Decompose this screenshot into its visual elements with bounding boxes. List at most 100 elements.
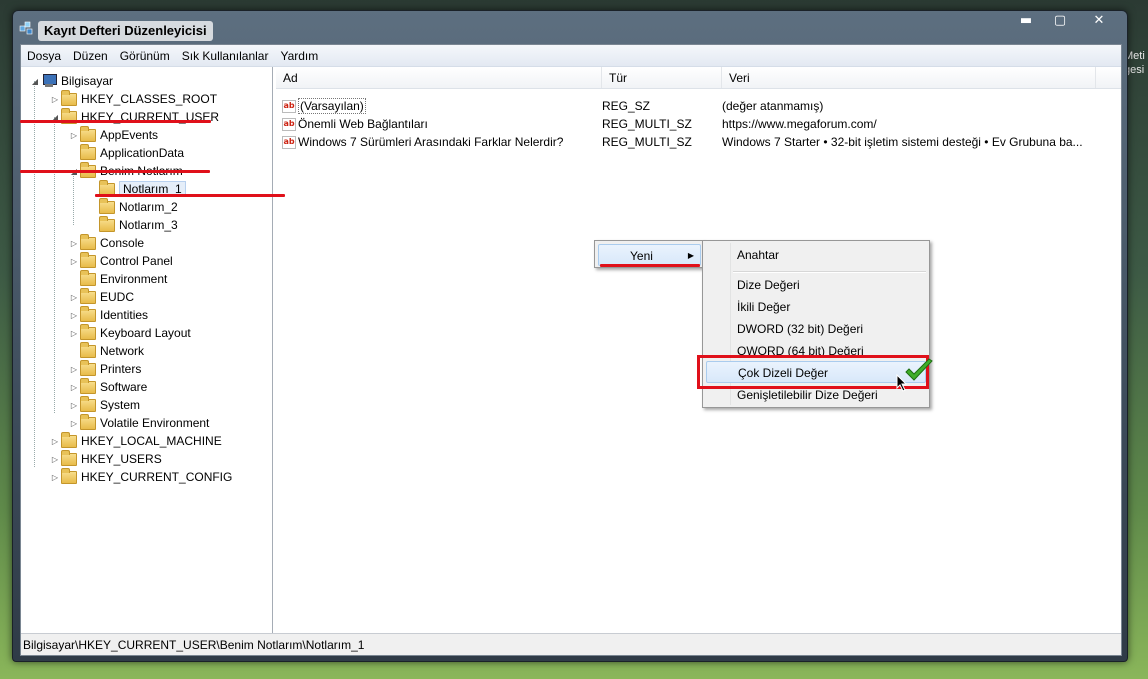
value-name: Windows 7 Sürümleri Arasındaki Farklar N…	[298, 135, 564, 149]
close-button[interactable]: ✕	[1077, 11, 1121, 31]
menu-item-anahtar[interactable]: Anahtar	[706, 244, 926, 266]
tree-node-volatile-environment[interactable]: ▷ Volatile Environment	[68, 413, 210, 432]
expand-arrow-icon[interactable]: ▷	[68, 311, 80, 320]
tree-label: Volatile Environment	[100, 416, 210, 430]
menu-duzen[interactable]: Düzen	[67, 49, 114, 63]
value-name: (Varsayılan)	[298, 98, 366, 114]
tree-node-current-user[interactable]: ◢ HKEY_CURRENT_USER	[49, 107, 219, 126]
folder-icon	[80, 269, 96, 286]
expand-arrow-icon[interactable]: ▷	[68, 365, 80, 374]
expand-arrow-icon[interactable]: ▷	[68, 329, 80, 338]
tree-label: HKEY_USERS	[81, 452, 162, 466]
tree-node-appevents[interactable]: ▷ AppEvents	[68, 125, 158, 144]
tree-node-users[interactable]: ▷ HKEY_USERS	[49, 449, 162, 468]
menu-item-dword[interactable]: DWORD (32 bit) Değeri	[706, 318, 926, 340]
expand-arrow-icon[interactable]: ▷	[49, 95, 61, 104]
tree-node-keyboard-layout[interactable]: ▷ Keyboard Layout	[68, 323, 191, 342]
menu-yardim[interactable]: Yardım	[274, 49, 324, 63]
menu-item-dize-degeri[interactable]: Dize Değeri	[706, 274, 926, 296]
value-data: Windows 7 Starter • 32-bit işletim siste…	[722, 135, 1083, 149]
tree-node-environment[interactable]: Environment	[68, 269, 168, 288]
tree-label: Printers	[100, 362, 142, 376]
folder-icon	[80, 377, 96, 394]
column-header-data[interactable]: Veri	[722, 67, 1096, 88]
tree-node-local-machine[interactable]: ▷ HKEY_LOCAL_MACHINE	[49, 431, 222, 450]
maximize-button[interactable]: ▢	[1043, 11, 1077, 31]
expand-arrow-icon[interactable]: ▷	[68, 239, 80, 248]
value-data: (değer atanmamış)	[722, 99, 824, 113]
tree-label: HKEY_LOCAL_MACHINE	[81, 434, 222, 448]
folder-icon	[80, 251, 96, 268]
string-value-icon: ab	[282, 135, 296, 149]
string-value-icon: ab	[282, 117, 296, 131]
string-value-icon: ab	[282, 99, 296, 113]
menu-sik-kullanilanlar[interactable]: Sık Kullanılanlar	[176, 49, 275, 63]
tree-label: Bilgisayar	[61, 74, 114, 88]
expand-arrow-icon[interactable]: ▷	[49, 473, 61, 482]
tree-node-network[interactable]: Network	[68, 341, 145, 360]
column-header-name[interactable]: Ad	[276, 67, 602, 88]
title-bar[interactable]: Kayıt Defteri Düzenleyicisi ▬ ▢ ✕	[13, 11, 1127, 41]
menu-item-yeni[interactable]: Yeni ▶	[598, 244, 701, 266]
value-name: Önemli Web Bağlantıları	[298, 117, 428, 131]
folder-icon	[80, 341, 96, 358]
computer-icon	[41, 74, 57, 88]
folder-icon	[99, 197, 115, 214]
value-row[interactable]: ab Önemli Web Bağlantıları REG_MULTI_SZ …	[276, 115, 1102, 133]
expand-arrow-icon[interactable]: ▷	[49, 437, 61, 446]
tree-node-applicationdata[interactable]: ApplicationData	[68, 143, 184, 162]
tree-node-eudc[interactable]: ▷ EUDC	[68, 287, 134, 306]
tree-node-identities[interactable]: ▷ Identities	[68, 305, 148, 324]
column-header-type[interactable]: Tür	[602, 67, 722, 88]
annotation-underline	[20, 170, 210, 173]
folder-icon	[61, 89, 77, 106]
folder-icon	[99, 215, 115, 232]
value-type: REG_SZ	[602, 99, 651, 113]
folder-icon	[80, 287, 96, 304]
folder-icon	[80, 413, 96, 430]
value-row[interactable]: ab (Varsayılan) REG_SZ (değer atanmamış)	[276, 97, 1102, 115]
tree-node-control-panel[interactable]: ▷ Control Panel	[68, 251, 173, 270]
status-bar: Bilgisayar\HKEY_CURRENT_USER\Benim Notla…	[21, 633, 1121, 655]
minimize-button[interactable]: ▬	[1009, 11, 1043, 31]
folder-icon	[80, 125, 96, 142]
tree-node-console[interactable]: ▷ Console	[68, 233, 144, 252]
collapse-arrow-icon[interactable]: ◢	[29, 77, 41, 86]
menu-bar: Dosya Düzen Görünüm Sık Kullanılanlar Ya…	[21, 45, 1121, 67]
folder-icon	[80, 233, 96, 250]
tree-label: Control Panel	[100, 254, 173, 268]
key-tree[interactable]: ◢ Bilgisayar ▷ HKEY_CLASSES_ROOT ◢ HKEY_…	[21, 67, 273, 635]
tree-node-notlarim-2[interactable]: Notlarım_2	[87, 197, 178, 216]
menu-dosya[interactable]: Dosya	[21, 49, 67, 63]
tree-label: Keyboard Layout	[100, 326, 191, 340]
menu-item-ikili-deger[interactable]: İkili Değer	[706, 296, 926, 318]
value-type: REG_MULTI_SZ	[602, 135, 692, 149]
expand-arrow-icon[interactable]: ▷	[68, 131, 80, 140]
folder-icon	[80, 323, 96, 340]
tree-node-printers[interactable]: ▷ Printers	[68, 359, 142, 378]
expand-arrow-icon[interactable]: ▷	[68, 383, 80, 392]
folder-icon	[61, 431, 77, 448]
expand-arrow-icon[interactable]: ▷	[68, 257, 80, 266]
tree-label: Environment	[100, 272, 168, 286]
menu-gorunum[interactable]: Görünüm	[114, 49, 176, 63]
tree-node-classes-root[interactable]: ▷ HKEY_CLASSES_ROOT	[49, 89, 217, 108]
expand-arrow-icon[interactable]: ▷	[68, 401, 80, 410]
tree-node-notlarim-3[interactable]: Notlarım_3	[87, 215, 178, 234]
menu-item-label: Yeni	[630, 249, 653, 263]
tree-label: Software	[100, 380, 148, 394]
tree-node-current-config[interactable]: ▷ HKEY_CURRENT_CONFIG	[49, 467, 232, 486]
folder-icon	[61, 449, 77, 466]
column-headers: Ad Tür Veri	[276, 67, 1121, 89]
expand-arrow-icon[interactable]: ▷	[68, 293, 80, 302]
value-row[interactable]: ab Windows 7 Sürümleri Arasındaki Farkla…	[276, 133, 1102, 151]
value-list[interactable]: Ad Tür Veri ab (Varsayılan) REG_SZ (değe…	[276, 67, 1121, 635]
tree-node-computer[interactable]: ◢ Bilgisayar	[29, 72, 113, 90]
tree-label: Network	[100, 344, 145, 358]
annotation-underline	[95, 194, 285, 197]
annotation-underline	[600, 264, 700, 267]
expand-arrow-icon[interactable]: ▷	[49, 455, 61, 464]
tree-node-software[interactable]: ▷ Software	[68, 377, 148, 396]
tree-node-system[interactable]: ▷ System	[68, 395, 140, 414]
expand-arrow-icon[interactable]: ▷	[68, 419, 80, 428]
